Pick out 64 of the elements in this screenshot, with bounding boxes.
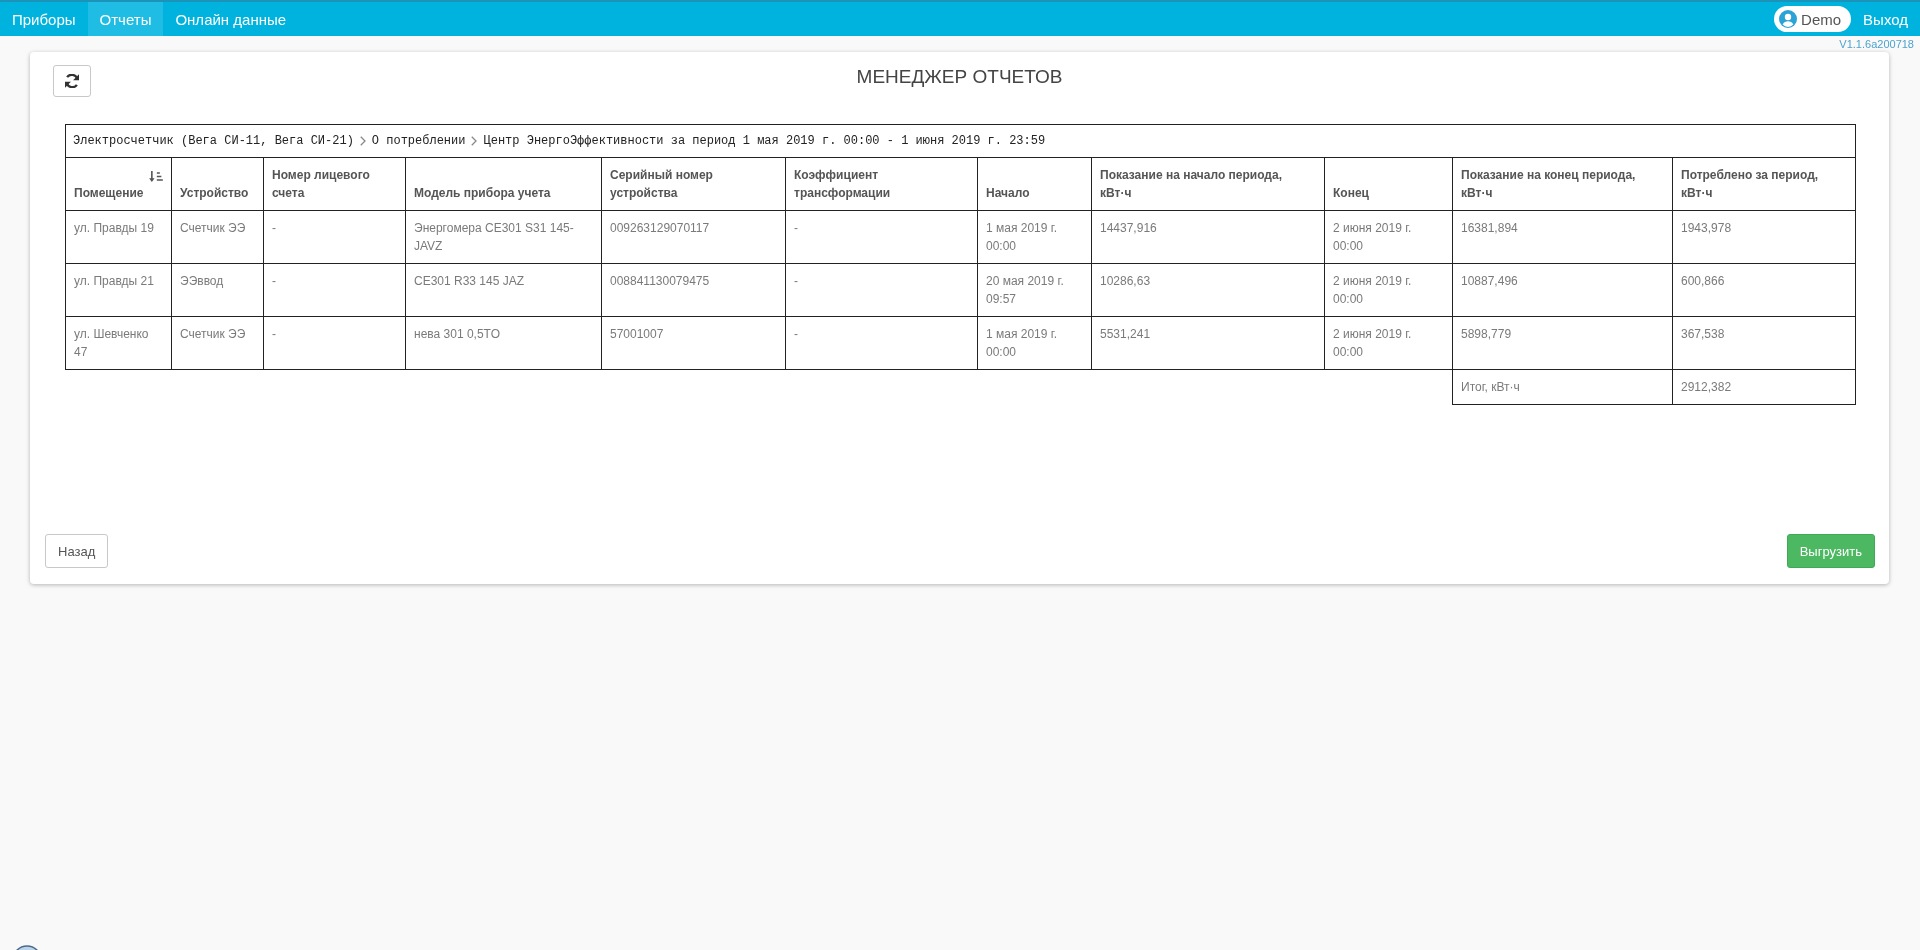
table-cell: 2 июня 2019 г. 00:00 xyxy=(1324,263,1453,317)
user-icon xyxy=(1779,10,1798,28)
table-cell: 600,866 xyxy=(1672,263,1856,317)
table-cell: - xyxy=(263,263,406,317)
chevron-icon xyxy=(359,136,366,146)
table-cell: 16381,894 xyxy=(1452,210,1673,264)
table-cell: 10887,496 xyxy=(1452,263,1673,317)
table-cell: 20 мая 2019 г. 09:57 xyxy=(977,263,1092,317)
version-label: V1.1.6a200718 xyxy=(1839,38,1914,50)
sort-icon[interactable] xyxy=(149,171,163,182)
table-cell: 008841130079475 xyxy=(601,263,786,317)
column-header: Конец xyxy=(1324,157,1453,211)
table-cell: Счетчик ЭЭ xyxy=(171,316,264,370)
total-value: 2912,382 xyxy=(1672,369,1856,405)
nav-tab[interactable]: Онлайн данные xyxy=(163,2,299,36)
nav-tab[interactable]: Отчеты xyxy=(87,2,164,36)
table-cell: 5531,241 xyxy=(1091,316,1325,370)
table-cell: - xyxy=(785,210,978,264)
table-cell: - xyxy=(263,316,406,370)
breadcrumb-item: О потреблении xyxy=(371,134,466,148)
column-header: Начало xyxy=(977,157,1092,211)
refresh-icon xyxy=(65,74,79,88)
table-cell: - xyxy=(785,263,978,317)
table-cell: 367,538 xyxy=(1672,316,1856,370)
refresh-button[interactable] xyxy=(53,65,91,97)
table-cell: 1943,978 xyxy=(1672,210,1856,264)
table-cell: - xyxy=(785,316,978,370)
table-cell: 57001007 xyxy=(601,316,786,370)
column-header: Устройство xyxy=(171,157,264,211)
table-cell: Энергомера CE301 S31 145-JAVZ xyxy=(405,210,602,264)
table-cell: 1 мая 2019 г. 00:00 xyxy=(977,316,1092,370)
table-cell: нева 301 0,5TO xyxy=(405,316,602,370)
logout-link[interactable]: Выход xyxy=(1863,10,1908,28)
breadcrumb-item: Центр ЭнергоЭффективности за период 1 мая 2019 г. 00:00 - 1 июня 2019 г. 23:59 xyxy=(483,134,1046,148)
table-cell: CE301 R33 145 JAZ xyxy=(405,263,602,317)
table-cell: 009263129070117 xyxy=(601,210,786,264)
column-header: Серийный номер устройства xyxy=(601,157,786,211)
column-header: Коэффициент трансформации xyxy=(785,157,978,211)
export-button[interactable]: Выгрузить xyxy=(1786,534,1875,568)
total-label: Итог, кВт·ч xyxy=(1452,369,1673,405)
table-cell: Счетчик ЭЭ xyxy=(171,210,264,264)
table-cell: 2 июня 2019 г. 00:00 xyxy=(1324,210,1453,264)
column-header: Номер лицевого счета xyxy=(263,157,406,211)
breadcrumb-item: Электросчетчик (Вега СИ-11, Вега СИ-21) xyxy=(73,134,354,148)
back-button[interactable]: Назад xyxy=(45,534,109,568)
table-cell: ЭЭввод xyxy=(171,263,264,317)
table-cell: 1 мая 2019 г. 00:00 xyxy=(977,210,1092,264)
page-title: МЕНЕДЖЕР ОТЧЕТОВ xyxy=(856,65,1063,89)
column-header: Потреблено за период, кВт·ч xyxy=(1672,157,1856,211)
column-header: Показание на конец периода, кВт·ч xyxy=(1452,157,1673,211)
table-cell: 2 июня 2019 г. 00:00 xyxy=(1324,316,1453,370)
nav-tab[interactable]: Приборы xyxy=(0,2,88,36)
column-header: Модель прибора учета xyxy=(405,157,602,211)
table-cell: ул. Правды 21 xyxy=(65,263,172,317)
column-label: Помещение xyxy=(74,185,145,202)
table-cell: - xyxy=(263,210,406,264)
user-menu-button[interactable]: Demo xyxy=(1774,6,1852,32)
table-cell: 14437,916 xyxy=(1091,210,1325,264)
table-cell: ул. Шевченко 47 xyxy=(65,316,172,370)
table-cell: ул. Правды 19 xyxy=(65,210,172,264)
column-header: Показание на начало периода, кВт·ч xyxy=(1091,157,1325,211)
table-cell: 5898,779 xyxy=(1452,316,1673,370)
table-cell: 10286,63 xyxy=(1091,263,1325,317)
chevron-icon xyxy=(471,136,478,146)
